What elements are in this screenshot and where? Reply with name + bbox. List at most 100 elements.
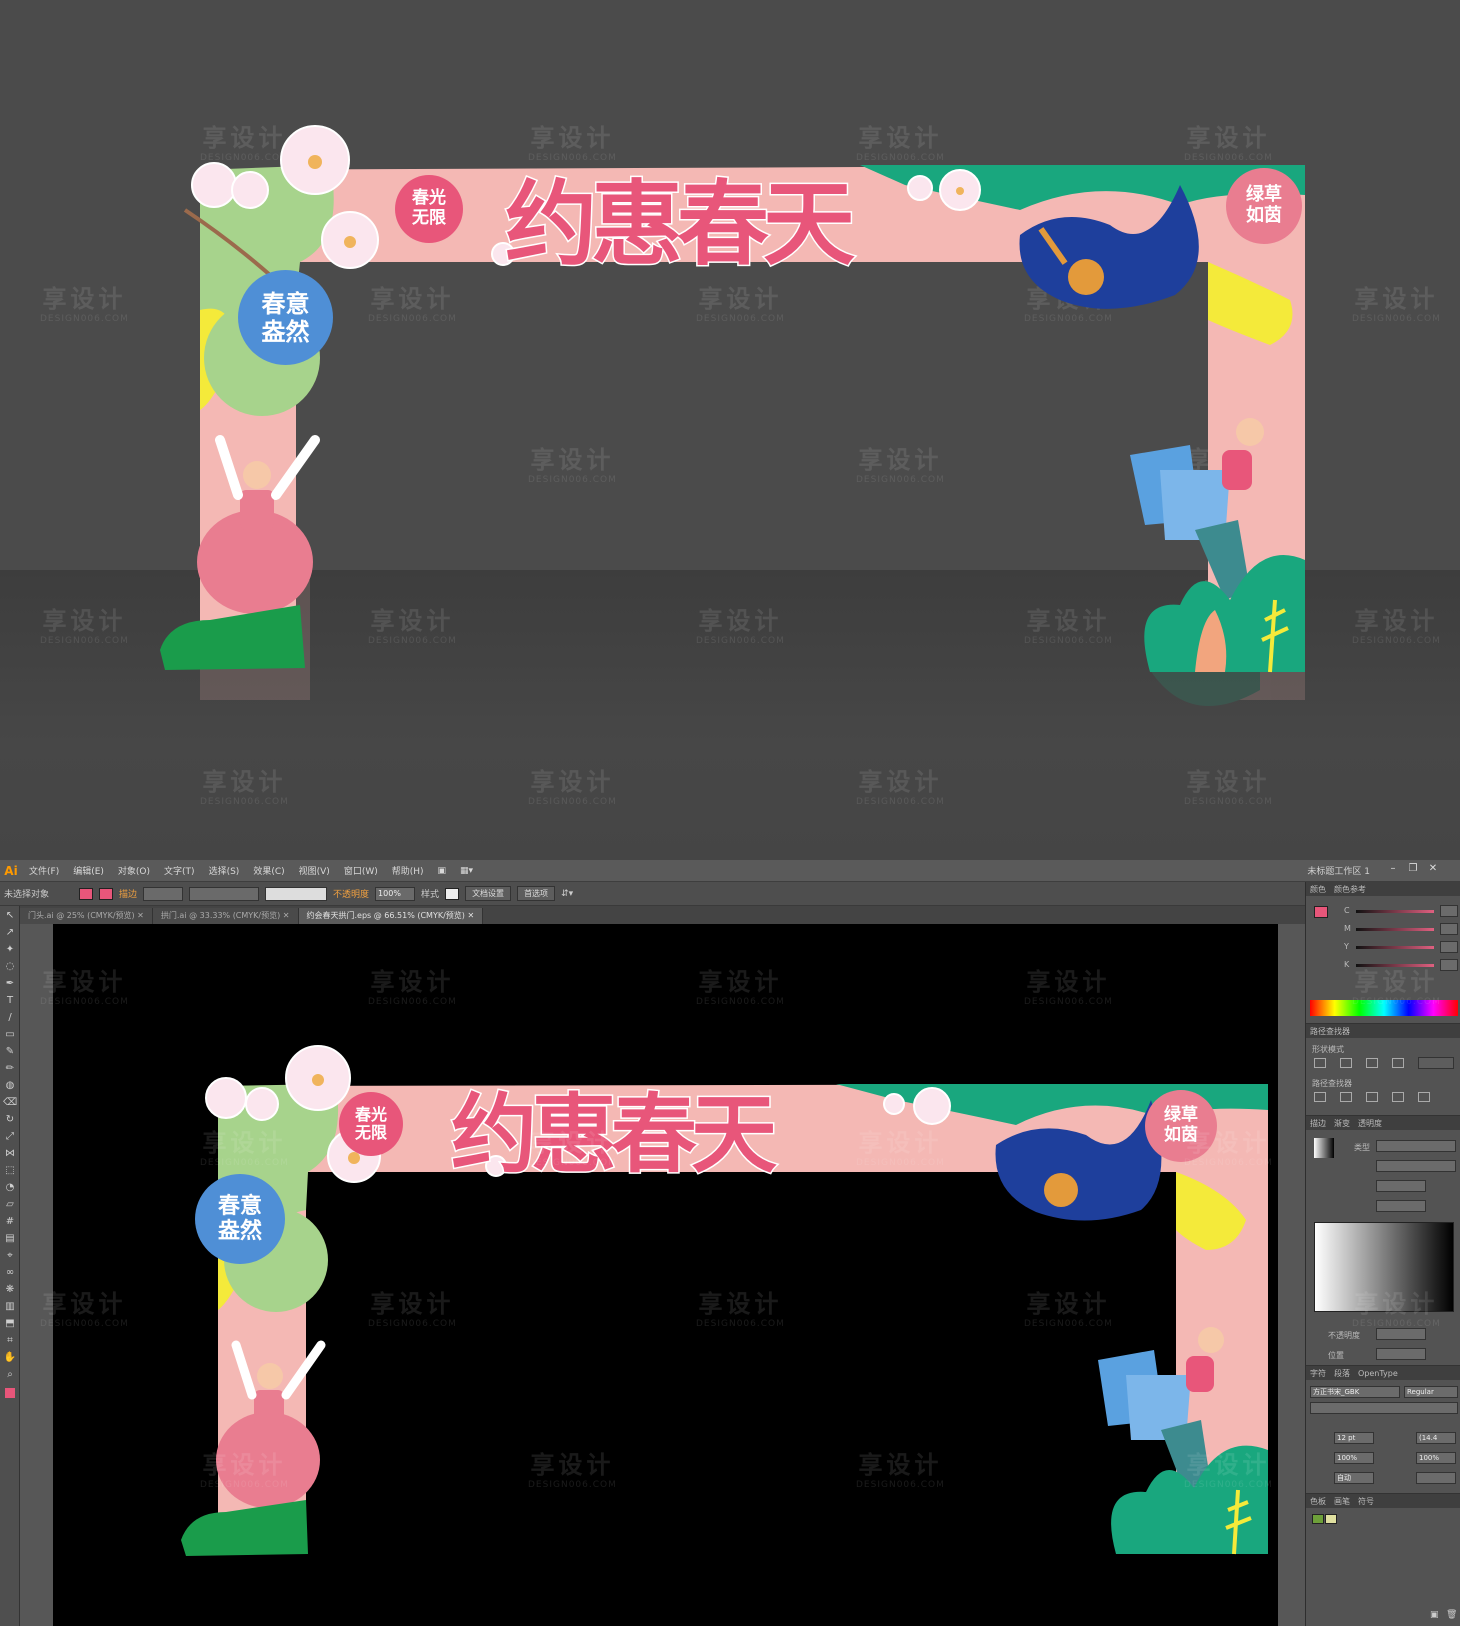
gradient-tool-icon[interactable]: ▤ — [3, 1232, 17, 1246]
magenta-field[interactable] — [1440, 923, 1458, 935]
lasso-icon[interactable]: ◌ — [3, 960, 17, 974]
angle-field[interactable] — [1376, 1180, 1426, 1192]
tab-symbols[interactable]: 符号 — [1358, 1496, 1374, 1507]
menu-window[interactable]: 窗口(W) — [337, 864, 385, 877]
artboard-title[interactable]: 约惠春天 — [450, 1064, 779, 1189]
menu-edit[interactable]: 编辑(E) — [66, 864, 111, 877]
horizontal-scale-field[interactable]: 100% — [1416, 1452, 1456, 1464]
eraser-icon[interactable]: ⌫ — [3, 1096, 17, 1110]
color-spectrum[interactable] — [1310, 1000, 1458, 1016]
arrange-documents-icon[interactable]: ▦▾ — [453, 866, 480, 876]
tab-color-guide[interactable]: 颜色参考 — [1334, 884, 1366, 895]
delete-swatch-icon[interactable]: 🗑 — [1446, 1610, 1457, 1620]
swatch-item[interactable] — [1325, 1514, 1337, 1524]
gradient-position-field[interactable] — [1376, 1348, 1426, 1360]
tab-stroke[interactable]: 描边 — [1310, 1118, 1326, 1129]
stroke-weight-field[interactable] — [143, 886, 184, 901]
color-panel-fill-swatch[interactable] — [1314, 906, 1328, 918]
column-graph-icon[interactable]: ▥ — [3, 1300, 17, 1314]
intersect-icon[interactable] — [1366, 1058, 1378, 1068]
outline-icon[interactable] — [1418, 1092, 1430, 1102]
style-swatch[interactable] — [445, 887, 460, 900]
unite-icon[interactable] — [1314, 1058, 1326, 1068]
artboard-badge-green-grass[interactable]: 绿草如茵 — [1145, 1090, 1217, 1162]
type-tool-icon[interactable]: T — [3, 994, 17, 1008]
pencil-icon[interactable]: ✏ — [3, 1062, 17, 1076]
menu-type[interactable]: 文字(T) — [157, 864, 202, 877]
shape-builder-icon[interactable]: ◔ — [3, 1181, 17, 1195]
tracking-field[interactable]: 自动 — [1334, 1472, 1374, 1484]
menu-object[interactable]: 对象(O) — [111, 864, 157, 877]
yellow-slider[interactable] — [1356, 946, 1434, 949]
kerning-field[interactable] — [1416, 1472, 1456, 1484]
tab-opentype[interactable]: OpenType — [1358, 1369, 1398, 1378]
pen-tool-icon[interactable]: ✒ — [3, 977, 17, 991]
merge-icon[interactable] — [1366, 1092, 1378, 1102]
width-tool-icon[interactable]: ⋈ — [3, 1147, 17, 1161]
scale-icon[interactable]: ⤢ — [3, 1130, 17, 1144]
menu-effect[interactable]: 效果(C) — [246, 864, 291, 877]
artboard[interactable]: 约惠春天 春光无限 春意盎然 绿草如茵 — [53, 924, 1278, 1626]
new-swatch-icon[interactable]: ▣ — [1430, 1610, 1439, 1620]
tab-transparency[interactable]: 透明度 — [1358, 1118, 1382, 1129]
artboard-badge-spring-light[interactable]: 春光无限 — [339, 1092, 403, 1156]
trim-icon[interactable] — [1340, 1092, 1352, 1102]
mesh-icon[interactable]: # — [3, 1215, 17, 1229]
slice-icon[interactable]: ⌗ — [3, 1334, 17, 1348]
perspective-grid-icon[interactable]: ▱ — [3, 1198, 17, 1212]
font-search-field[interactable] — [1310, 1402, 1458, 1414]
crop-icon[interactable] — [1392, 1092, 1404, 1102]
menu-file[interactable]: 文件(F) — [22, 864, 66, 877]
minimize-icon[interactable]: – — [1384, 863, 1402, 877]
black-field[interactable] — [1440, 959, 1458, 971]
line-tool-icon[interactable]: / — [3, 1011, 17, 1025]
yellow-field[interactable] — [1440, 941, 1458, 953]
rotate-icon[interactable]: ↻ — [3, 1113, 17, 1127]
selection-tool-icon[interactable]: ↖ — [3, 909, 17, 923]
hand-tool-icon[interactable]: ✋ — [3, 1351, 17, 1365]
stroke-style-field[interactable] — [1376, 1160, 1456, 1172]
zoom-tool-icon[interactable]: ⌕ — [3, 1368, 17, 1382]
restore-icon[interactable]: ❐ — [1404, 863, 1422, 877]
tab-brushes[interactable]: 画笔 — [1334, 1496, 1350, 1507]
preferences-button[interactable]: 首选项 — [517, 886, 556, 901]
blend-icon[interactable]: ∞ — [3, 1266, 17, 1280]
artboard-badge-spring-left[interactable]: 春意盎然 — [195, 1174, 285, 1264]
tab-swatches[interactable]: 色板 — [1310, 1496, 1326, 1507]
symbol-sprayer-icon[interactable]: ❋ — [3, 1283, 17, 1297]
tab-gradient[interactable]: 渐变 — [1334, 1118, 1350, 1129]
doc-tab[interactable]: 门头.ai @ 25% (CMYK/预览) ✕ — [20, 908, 153, 924]
rectangle-tool-icon[interactable]: ▭ — [3, 1028, 17, 1042]
paintbrush-icon[interactable]: ✎ — [3, 1045, 17, 1059]
minus-front-icon[interactable] — [1340, 1058, 1352, 1068]
eyedropper-icon[interactable]: ⌖ — [3, 1249, 17, 1263]
fill-swatch[interactable] — [79, 887, 94, 900]
arch-artwork[interactable] — [53, 924, 1278, 1626]
fill-stroke-icon[interactable] — [5, 1388, 15, 1398]
black-slider[interactable] — [1356, 964, 1434, 967]
variable-width-field[interactable] — [189, 886, 260, 901]
vertical-scale-field[interactable]: 100% — [1334, 1452, 1374, 1464]
gradient-thumbnail[interactable] — [1314, 1138, 1334, 1158]
blob-brush-icon[interactable]: ◍ — [3, 1079, 17, 1093]
brush-field[interactable] — [265, 886, 328, 901]
menu-select[interactable]: 选择(S) — [202, 864, 247, 877]
expand-button[interactable] — [1418, 1057, 1454, 1069]
doc-tab[interactable]: 拱门.ai @ 33.33% (CMYK/预览) ✕ — [152, 908, 299, 924]
opacity-field[interactable]: 100% — [375, 886, 416, 901]
font-family-field[interactable]: 方正书宋_GBK — [1310, 1386, 1400, 1398]
gradient-opacity-field[interactable] — [1376, 1328, 1426, 1340]
magic-wand-icon[interactable]: ✦ — [3, 943, 17, 957]
gradient-type-select[interactable] — [1376, 1140, 1456, 1152]
divide-icon[interactable] — [1314, 1092, 1326, 1102]
font-style-field[interactable]: Regular — [1404, 1386, 1458, 1398]
artboard-tool-icon[interactable]: ⬒ — [3, 1317, 17, 1331]
swatch-item[interactable] — [1312, 1514, 1324, 1524]
stroke-swatch[interactable] — [99, 887, 114, 900]
bridge-icon[interactable]: ▣ — [431, 866, 454, 876]
doc-tab-active[interactable]: 约会春天拱门.eps @ 66.51% (CMYK/预览) ✕ — [298, 908, 484, 924]
cyan-slider[interactable] — [1356, 910, 1434, 913]
menu-help[interactable]: 帮助(H) — [385, 864, 431, 877]
direct-selection-tool-icon[interactable]: ↗ — [3, 926, 17, 940]
arrange-icon[interactable]: ⇵▾ — [561, 889, 573, 899]
